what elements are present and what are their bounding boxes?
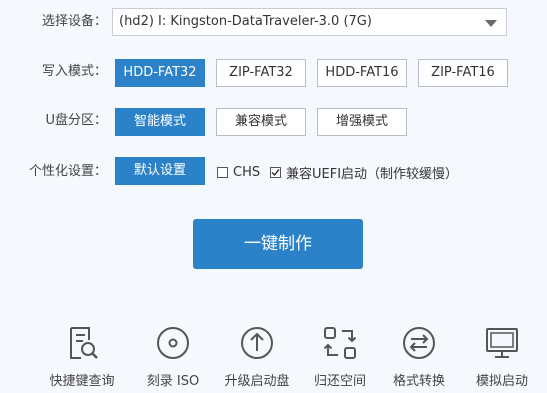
partition-label: U盘分区： bbox=[45, 113, 107, 128]
device-select[interactable]: (hd2) I: Kingston-DataTraveler-3.0 (7G) bbox=[112, 8, 507, 36]
write-mode-label: 写入模式： bbox=[41, 64, 107, 79]
tool-label: 模拟启动 bbox=[475, 374, 528, 389]
write-mode-hdd-fat16-button[interactable]: HDD-FAT16 bbox=[317, 59, 407, 87]
format-convert-icon bbox=[403, 327, 435, 359]
tool-label: 归还空间 bbox=[313, 374, 366, 389]
device-label: 选择设备： bbox=[41, 14, 107, 29]
uefi-checkbox-label: 兼容UEFI启动（制作较缓慢） bbox=[286, 166, 459, 182]
tool-label: 刻录 ISO bbox=[146, 374, 200, 389]
one-click-make-button[interactable]: 一键制作 bbox=[193, 219, 363, 269]
chs-checkbox[interactable]: CHS bbox=[217, 164, 260, 180]
chs-checkbox-box[interactable] bbox=[217, 166, 228, 178]
restore-space-icon bbox=[323, 327, 357, 359]
chevron-down-icon[interactable] bbox=[485, 20, 497, 27]
uefi-checkbox[interactable]: 兼容UEFI启动（制作较缓慢） bbox=[270, 164, 459, 182]
burn-iso-tool[interactable]: 刻录 ISO bbox=[128, 320, 218, 390]
format-convert-tool[interactable]: 格式转换 bbox=[374, 320, 464, 390]
document-search-icon bbox=[70, 327, 98, 359]
upgrade-bootdisk-tool[interactable]: 升级启动盘 bbox=[212, 320, 302, 390]
disc-icon bbox=[157, 327, 189, 359]
write-mode-zip-fat16-button[interactable]: ZIP-FAT16 bbox=[418, 59, 508, 87]
restore-space-tool[interactable]: 归还空间 bbox=[295, 320, 385, 390]
upgrade-arrow-icon bbox=[241, 327, 273, 359]
partition-smart-button[interactable]: 智能模式 bbox=[115, 108, 205, 136]
checkmark-icon bbox=[271, 168, 280, 176]
write-mode-hdd-fat32-button[interactable]: HDD-FAT32 bbox=[115, 59, 205, 87]
partition-enhanced-button[interactable]: 增强模式 bbox=[317, 108, 407, 136]
device-select-value: (hd2) I: Kingston-DataTraveler-3.0 (7G) bbox=[119, 14, 372, 29]
partition-compatible-button[interactable]: 兼容模式 bbox=[216, 108, 306, 136]
personalize-label: 个性化设置： bbox=[28, 164, 107, 179]
default-settings-button[interactable]: 默认设置 bbox=[115, 157, 205, 185]
write-mode-zip-fat32-button[interactable]: ZIP-FAT32 bbox=[216, 59, 306, 87]
monitor-icon bbox=[486, 328, 518, 358]
simulate-boot-tool[interactable]: 模拟启动 bbox=[457, 320, 547, 390]
uefi-checkbox-box[interactable] bbox=[270, 166, 281, 178]
tool-label: 快捷键查询 bbox=[49, 374, 115, 389]
tool-label: 升级启动盘 bbox=[224, 374, 290, 389]
shortcut-lookup-tool[interactable]: 快捷键查询 bbox=[37, 320, 127, 390]
chs-checkbox-label: CHS bbox=[233, 164, 261, 180]
tool-label: 格式转换 bbox=[392, 374, 445, 389]
